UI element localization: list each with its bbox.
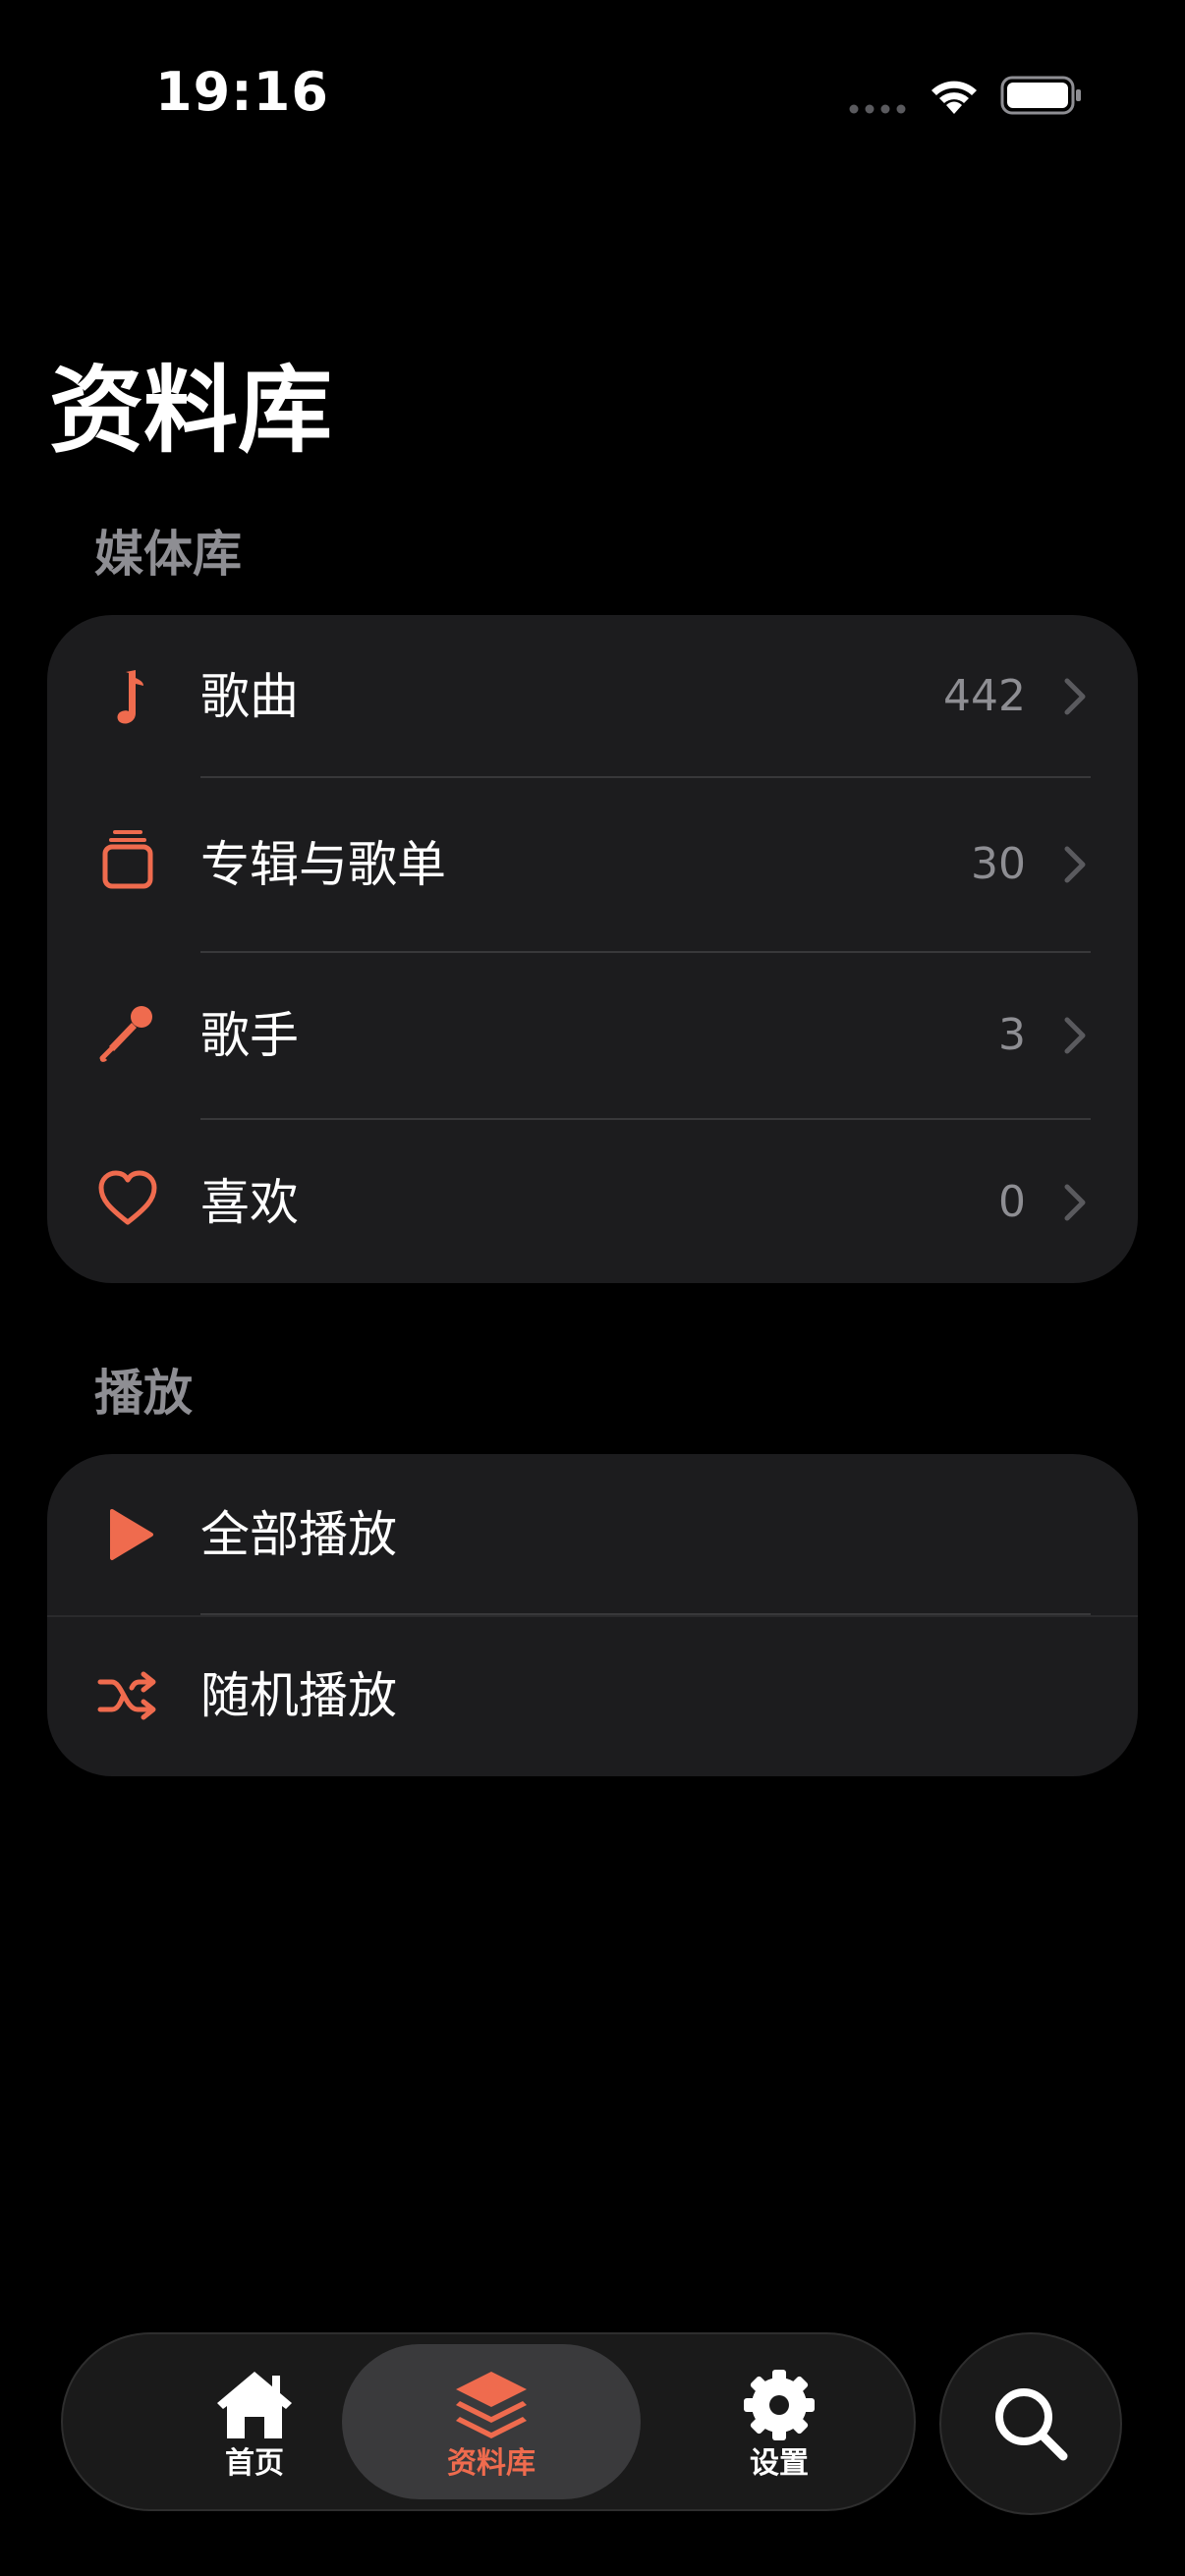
chevron-right-icon — [1061, 845, 1089, 884]
row-label-shuffle: 随机播放 — [200, 1667, 397, 1724]
play-icon — [96, 1503, 159, 1566]
play-all-row[interactable]: 全部播放 — [47, 1454, 1138, 1615]
battery-icon — [1000, 76, 1081, 115]
library-card: 歌曲 442 专辑与歌单 30 歌手 3 喜欢 0 — [47, 615, 1138, 1283]
library-row-songs[interactable]: 歌曲 442 — [47, 615, 1138, 778]
row-label-favorites: 喜欢 — [200, 1174, 299, 1231]
heart-icon — [96, 1167, 159, 1230]
section-header-playback: 播放 — [94, 1365, 193, 1422]
chevron-right-icon — [1061, 1183, 1089, 1222]
tab-settings[interactable]: 设置 — [656, 2344, 902, 2499]
row-count-artists: 3 — [998, 1010, 1026, 1060]
tab-library[interactable]: 资料库 — [342, 2344, 641, 2499]
search-icon — [995, 2388, 1068, 2461]
chevron-right-icon — [1061, 1016, 1089, 1055]
page-title: 资料库 — [49, 356, 332, 466]
tab-label-home: 首页 — [225, 2446, 284, 2481]
gear-icon — [738, 2368, 820, 2442]
tab-home[interactable]: 首页 — [132, 2344, 377, 2499]
search-button[interactable] — [939, 2332, 1122, 2515]
row-label-artists: 歌手 — [200, 1007, 299, 1064]
library-row-albums-playlists[interactable]: 专辑与歌单 30 — [47, 778, 1138, 951]
shuffle-row[interactable]: 随机播放 — [47, 1617, 1138, 1776]
microphone-icon — [96, 1000, 159, 1063]
album-stack-icon — [96, 827, 159, 890]
layers-icon — [450, 2368, 533, 2442]
status-time: 19:16 — [155, 61, 329, 123]
playback-card: 全部播放 随机播放 — [47, 1454, 1138, 1776]
tab-bar: 首页 资料库 设置 — [61, 2332, 916, 2511]
chevron-right-icon — [1061, 677, 1089, 716]
row-label-albums-playlists: 专辑与歌单 — [200, 836, 446, 893]
section-header-library: 媒体库 — [94, 526, 242, 583]
row-count-albums-playlists: 30 — [971, 839, 1026, 889]
status-bar: 19:16 — [0, 0, 1185, 196]
row-count-favorites: 0 — [998, 1177, 1026, 1227]
cellular-signal-icon — [849, 104, 906, 114]
row-label-songs: 歌曲 — [200, 668, 299, 725]
library-row-artists[interactable]: 歌手 3 — [47, 953, 1138, 1118]
row-count-songs: 442 — [943, 671, 1026, 721]
tab-label-settings: 设置 — [750, 2446, 809, 2481]
house-icon — [213, 2368, 296, 2442]
row-label-play-all: 全部播放 — [200, 1506, 397, 1563]
music-note-icon — [96, 666, 159, 729]
tab-label-library: 资料库 — [447, 2446, 536, 2481]
library-row-favorites[interactable]: 喜欢 0 — [47, 1120, 1138, 1283]
shuffle-icon — [96, 1664, 159, 1727]
wifi-icon — [931, 81, 977, 114]
